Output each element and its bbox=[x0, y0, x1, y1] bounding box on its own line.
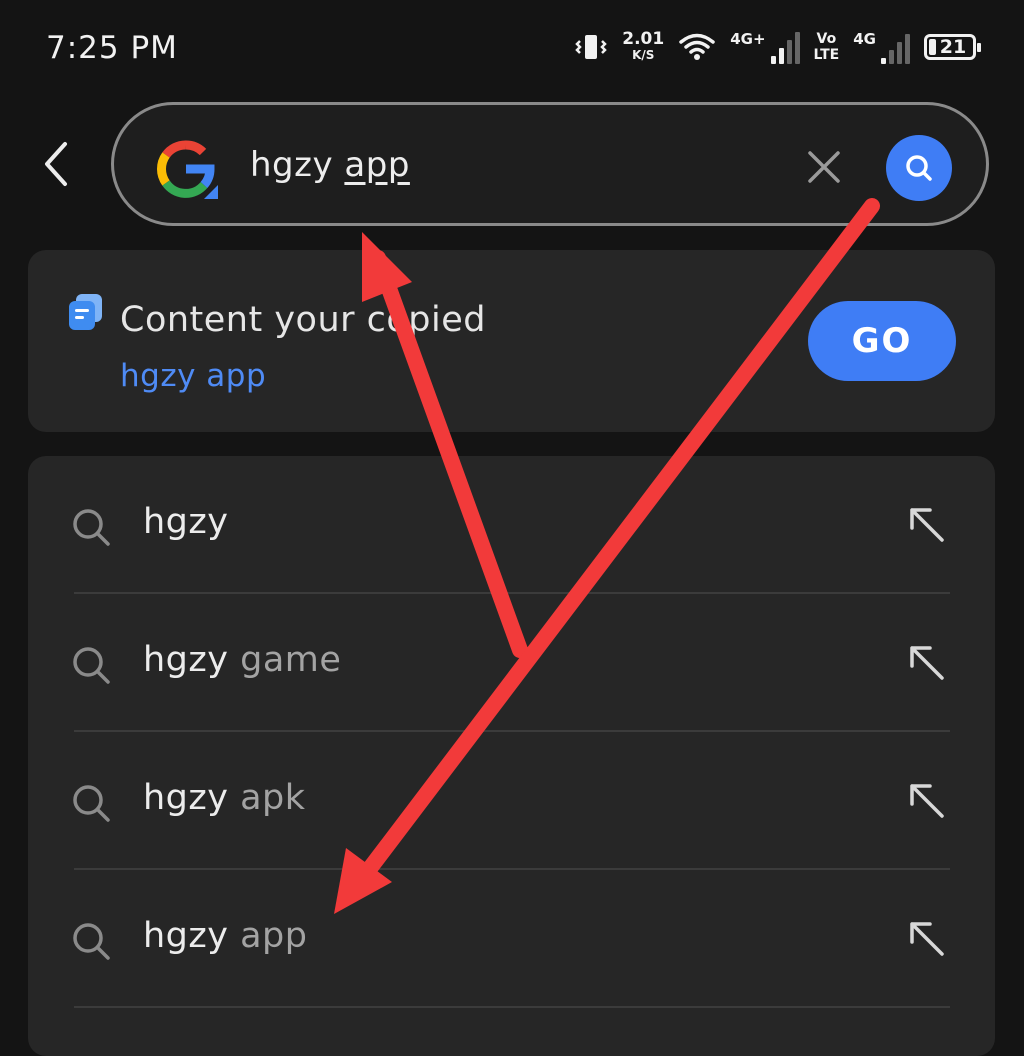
network-speed-unit: K/S bbox=[632, 48, 655, 62]
search-icon bbox=[73, 647, 110, 684]
volte-bottom: LTE bbox=[813, 47, 840, 63]
arrow-up-left-icon[interactable] bbox=[904, 502, 948, 546]
clipboard-suggestion-card[interactable]: Content your copied hgzy app GO bbox=[28, 250, 995, 432]
google-logo-icon bbox=[157, 140, 218, 199]
suggestion-suffix: app bbox=[228, 916, 308, 956]
search-bar[interactable]: hgzy app bbox=[111, 102, 989, 226]
battery-level: 21 bbox=[939, 36, 967, 58]
suggestion-item[interactable]: hgzy apk bbox=[28, 732, 995, 870]
close-icon bbox=[808, 151, 840, 183]
suggestion-query: hgzy bbox=[143, 640, 229, 680]
suggestion-text: hgzy bbox=[143, 502, 228, 542]
search-icon bbox=[73, 509, 110, 546]
status-time: 7:25 PM bbox=[46, 30, 178, 66]
search-query-underlined: app bbox=[344, 145, 410, 185]
search-input[interactable]: hgzy app bbox=[250, 145, 410, 185]
clipboard-icon bbox=[69, 294, 102, 330]
suggestion-item[interactable]: hgzy bbox=[28, 456, 995, 594]
go-button[interactable]: GO bbox=[808, 301, 956, 381]
status-bar: 7:25 PM 2.01 K/S 4G+ Vo LTE 4G 21 bbox=[0, 0, 1024, 100]
arrow-up-left-icon[interactable] bbox=[904, 916, 948, 960]
clear-button[interactable] bbox=[804, 147, 844, 187]
network-speed-value: 2.01 bbox=[622, 29, 665, 49]
suggestion-query: hgzy bbox=[143, 502, 229, 542]
suggestion-query: hgzy bbox=[143, 916, 229, 956]
suggestion-text: hgzy app bbox=[143, 916, 308, 956]
suggestion-suffix: game bbox=[228, 640, 342, 680]
sim1-signal-icon: 4G+ bbox=[730, 30, 800, 64]
arrow-up-left-icon[interactable] bbox=[904, 640, 948, 684]
search-icon bbox=[73, 785, 110, 822]
clipboard-content: hgzy app bbox=[120, 358, 267, 394]
arrow-up-left-icon[interactable] bbox=[904, 778, 948, 822]
chevron-left-icon bbox=[45, 142, 67, 186]
sim2-network-type: 4G bbox=[853, 30, 876, 48]
divider bbox=[74, 1006, 950, 1008]
battery-icon: 21 bbox=[924, 34, 981, 60]
volte-top: Vo bbox=[816, 31, 837, 47]
volte-badge: Vo LTE bbox=[814, 31, 840, 63]
sim1-network-type: 4G+ bbox=[730, 30, 766, 48]
search-query-text: hgzy bbox=[250, 145, 345, 185]
wifi-icon bbox=[679, 33, 715, 60]
search-icon bbox=[906, 155, 932, 181]
clipboard-title: Content your copied bbox=[120, 300, 486, 340]
suggestion-text: hgzy apk bbox=[143, 778, 306, 818]
suggestion-suffix: apk bbox=[228, 778, 306, 818]
suggestion-list: hgzy hgzy game hgzy apk hgzy app bbox=[28, 456, 995, 1056]
vibrate-icon bbox=[575, 35, 608, 59]
status-icons: 2.01 K/S 4G+ Vo LTE 4G 21 bbox=[574, 30, 981, 64]
suggestion-query: hgzy bbox=[143, 778, 229, 818]
back-button[interactable] bbox=[32, 130, 80, 198]
search-button[interactable] bbox=[886, 135, 952, 201]
network-speed: 2.01 K/S bbox=[622, 31, 664, 63]
sim2-signal-icon: 4G bbox=[853, 30, 910, 64]
suggestion-item[interactable]: hgzy game bbox=[28, 594, 995, 732]
search-icon bbox=[73, 923, 110, 960]
suggestion-text: hgzy game bbox=[143, 640, 341, 680]
suggestion-item[interactable]: hgzy app bbox=[28, 870, 995, 1008]
